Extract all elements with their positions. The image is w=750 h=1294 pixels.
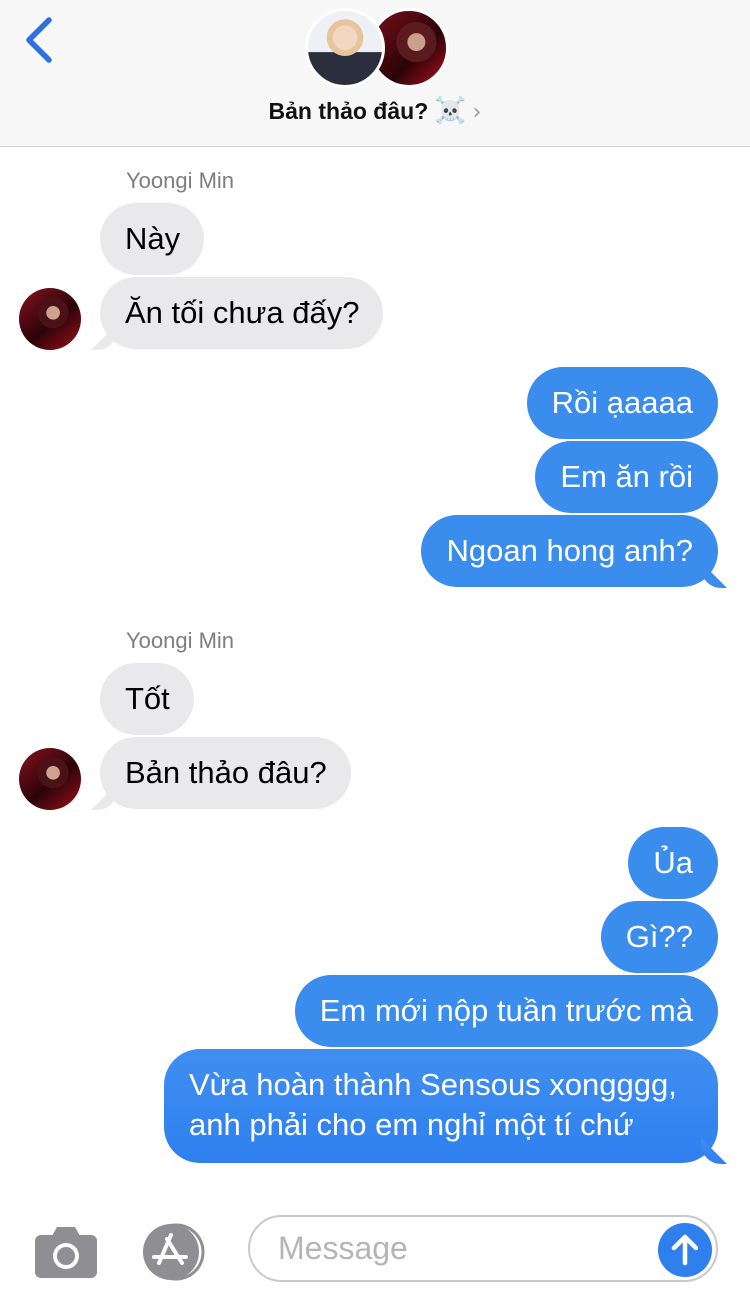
- sender-name: Yoongi Min: [126, 168, 235, 193]
- avatar: [305, 8, 385, 88]
- outgoing-message-bubble[interactable]: Em ăn rồi: [535, 441, 718, 513]
- skull-emoji: ☠️: [434, 96, 467, 126]
- conversation-title-text: Bản thảo đâu?: [268, 98, 429, 124]
- composer-bar: [0, 1206, 750, 1294]
- incoming-message-bubble[interactable]: Ăn tối chưa đấy?: [100, 277, 384, 349]
- conversation-title[interactable]: Bản thảo đâu? ☠️ ›: [0, 96, 750, 126]
- outgoing-message-bubble[interactable]: Ủa: [628, 827, 718, 899]
- send-button[interactable]: [658, 1223, 712, 1277]
- incoming-message-bubble[interactable]: Bản thảo đâu?: [100, 737, 351, 809]
- conversation-header: Bản thảo đâu? ☠️ ›: [0, 0, 750, 147]
- app-store-button[interactable]: [138, 1223, 214, 1281]
- outgoing-message-bubble[interactable]: Vừa hoàn thành Sensous xongggg, anh phải…: [164, 1049, 718, 1163]
- avatar[interactable]: [19, 748, 81, 810]
- app-store-icon: [143, 1223, 205, 1281]
- chevron-right-icon: ›: [472, 100, 482, 125]
- sender-name: Yoongi Min: [126, 628, 235, 653]
- outgoing-message-bubble[interactable]: Rồi ạaaaa: [526, 367, 718, 439]
- outgoing-message-bubble[interactable]: Em mới nộp tuần trước mà: [294, 975, 718, 1047]
- outgoing-message-bubble[interactable]: Gì??: [600, 901, 718, 973]
- outgoing-message-bubble[interactable]: Ngoan hong anh?: [421, 515, 718, 587]
- group-avatars[interactable]: [305, 8, 450, 90]
- incoming-message-bubble[interactable]: Tốt: [100, 663, 194, 735]
- arrow-up-icon: [671, 1234, 699, 1266]
- camera-icon: [35, 1227, 97, 1278]
- camera-button[interactable]: [34, 1224, 98, 1280]
- chevron-left-icon: [26, 17, 52, 63]
- back-button[interactable]: [16, 14, 64, 66]
- incoming-message-bubble[interactable]: Này: [100, 203, 205, 275]
- avatar[interactable]: [19, 288, 81, 350]
- message-input[interactable]: [248, 1215, 718, 1282]
